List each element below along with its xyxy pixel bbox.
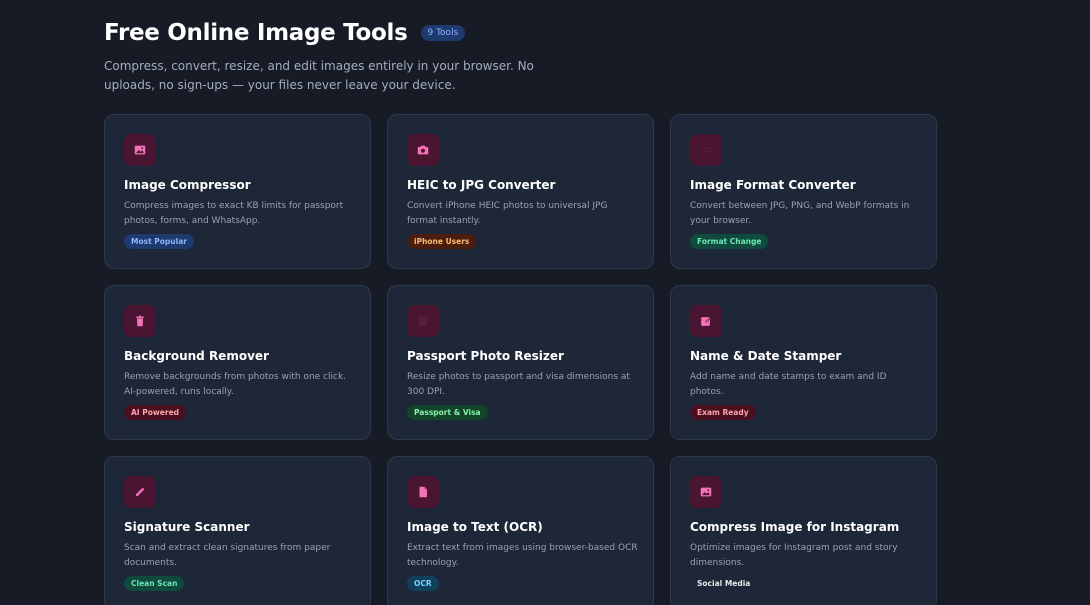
page-header: Free Online Image Tools 9 Tools Compress… [104,18,584,95]
trash-icon [124,305,156,337]
page-subtitle: Compress, convert, resize, and edit imag… [104,59,534,92]
tool-card-description: Add name and date stamps to exam and ID … [690,372,887,397]
image-icon [124,134,156,166]
tool-card-description: Scan and extract clean signatures from p… [124,543,331,568]
tool-card-description: Convert iPhone HEIC photos to universal … [407,201,608,226]
tool-card-tag: OCR [407,576,439,591]
tool-grid: Image Compressor Compress images to exac… [104,114,937,605]
tool-card-name-date-stamper[interactable]: Name & Date Stamper Add name and date st… [670,285,937,440]
tool-card-tag: iPhone Users [407,234,477,249]
page: Free Online Image Tools 9 Tools Compress… [0,0,1090,605]
tool-card-title: Image to Text (OCR) [407,520,543,534]
tool-card-tag: AI Powered [124,405,187,420]
tool-card-description: Optimize images for Instagram post and s… [690,543,898,568]
tool-card-description: Convert between JPG, PNG, and WebP forma… [690,201,910,226]
tool-card-tag: Format Change [690,234,769,249]
tool-card-signature-scanner[interactable]: Signature Scanner Scan and extract clean… [104,456,371,605]
convert-icon [690,134,722,166]
document-icon [407,476,439,508]
tool-card-description: Extract text from images using browser-b… [407,543,638,568]
tool-card-title: Image Format Converter [690,178,856,192]
tool-card-image-compressor[interactable]: Image Compressor Compress images to exac… [104,114,371,269]
tool-card-tag: Most Popular [124,234,194,249]
tool-card-heic-to-jpg[interactable]: HEIC to JPG Converter Convert iPhone HEI… [387,114,654,269]
page-title: Free Online Image Tools [104,20,408,46]
camera-icon [407,134,439,166]
tool-card-passport-resizer[interactable]: Passport Photo Resizer Resize photos to … [387,285,654,440]
title-row: Free Online Image Tools 9 Tools [104,18,584,48]
tool-card-title: Compress Image for Instagram [690,520,900,534]
tool-card-instagram-compressor[interactable]: Compress Image for Instagram Optimize im… [670,456,937,605]
tool-card-title: HEIC to JPG Converter [407,178,556,192]
tool-card-tag: Passport & Visa [407,405,488,420]
tool-card-title: Passport Photo Resizer [407,349,564,363]
tool-card-title: Signature Scanner [124,520,250,534]
tool-card-tag: Clean Scan [124,576,185,591]
tool-card-tag: Exam Ready [690,405,756,420]
tool-card-tag: Social Media [690,576,758,591]
tool-count-badge: 9 Tools [420,25,466,41]
image-icon [690,476,722,508]
pen-icon [124,476,156,508]
tool-card-image-to-text[interactable]: Image to Text (OCR) Extract text from im… [387,456,654,605]
tool-card-description: Resize photos to passport and visa dimen… [407,372,630,397]
tool-card-title: Name & Date Stamper [690,349,842,363]
tool-card-format-converter[interactable]: Image Format Converter Convert between J… [670,114,937,269]
tool-card-title: Background Remover [124,349,269,363]
tool-card-description: Compress images to exact KB limits for p… [124,201,344,226]
passport-icon [407,305,439,337]
edit-icon [690,305,722,337]
tool-card-title: Image Compressor [124,178,251,192]
tool-card-description: Remove backgrounds from photos with one … [124,372,347,397]
tool-card-background-remover[interactable]: Background Remover Remove backgrounds fr… [104,285,371,440]
